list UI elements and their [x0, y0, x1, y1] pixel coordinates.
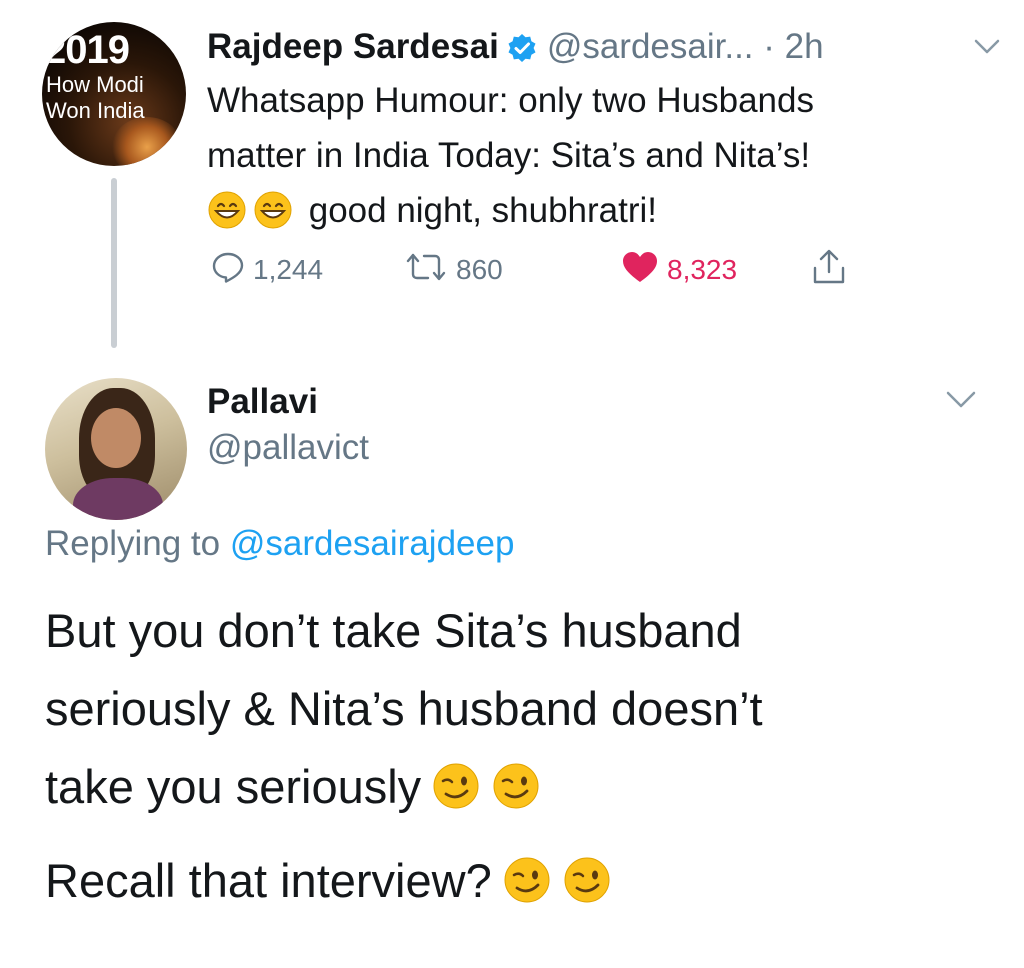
reply-author-name[interactable]: Pallavi — [207, 380, 318, 424]
author-handle[interactable]: @sardesair... — [547, 27, 754, 66]
reply-text-line: seriously & Nita’s husband doesn’t — [45, 682, 763, 735]
like-button[interactable]: 8,323 — [621, 248, 737, 292]
retweet-button[interactable]: 860 — [404, 248, 503, 292]
heart-icon — [621, 250, 667, 291]
tweet-timestamp[interactable]: · 2h — [763, 27, 823, 66]
grinning-face-emoji-icon — [207, 190, 247, 246]
tweet-text-line: matter in India Today: Sita’s and Nita’s… — [207, 136, 811, 175]
grinning-face-emoji-icon — [253, 190, 293, 246]
reply-author-avatar[interactable] — [45, 378, 187, 520]
replying-to-label: Replying to — [45, 524, 221, 563]
replying-to-handle-link[interactable]: @sardesairajdeep — [230, 524, 515, 563]
replying-to-line: Replying to @sardesairajdeep — [45, 520, 514, 568]
reply-text-line-emoji: take you seriously — [45, 748, 1005, 826]
reply-author-handle[interactable]: @pallavict — [207, 424, 369, 472]
winking-face-emoji-icon — [431, 756, 481, 834]
verified-badge-icon — [507, 30, 537, 74]
tweet-text-line: Whatsapp Humour: only two Husbands — [207, 81, 814, 120]
original-tweet: 2019 How Modi Won India Rajdeep Sardesai… — [0, 0, 1024, 360]
thread-connector-line — [111, 178, 117, 348]
tweet-header: Rajdeep Sardesai @sardesair... · 2h — [207, 25, 824, 69]
reply-icon — [211, 250, 253, 291]
author-avatar[interactable]: 2019 How Modi Won India — [42, 22, 186, 166]
reply-text-line-emoji: Recall that interview? — [45, 842, 1005, 920]
avatar-year-text: 2019 — [44, 28, 130, 72]
avatar-caption-line2: Won India — [46, 98, 145, 123]
tweet-text-line-emoji: good night, shubhratri! — [207, 183, 987, 238]
retweet-icon — [404, 250, 456, 291]
reply-text-line: Recall that interview? — [45, 854, 492, 907]
winking-face-emoji-icon — [562, 850, 612, 928]
reply-button[interactable]: 1,244 — [211, 248, 323, 292]
share-icon — [811, 248, 855, 293]
reply-count: 1,244 — [253, 254, 324, 285]
avatar-caption-line1: How Modi — [46, 72, 144, 97]
avatar-photo-face — [91, 408, 141, 468]
author-name[interactable]: Rajdeep Sardesai — [207, 27, 499, 66]
tweet-text: Whatsapp Humour: only two Husbands matte… — [207, 73, 987, 238]
reply-text-line: But you don’t take Sita’s husband — [45, 604, 742, 657]
reply-text-line: take you seriously — [45, 760, 422, 813]
avatar-photo-highlight — [112, 117, 182, 166]
share-button[interactable] — [811, 248, 855, 292]
like-count: 8,323 — [667, 254, 738, 285]
winking-face-emoji-icon — [491, 756, 541, 834]
tweet-text-line: good night, shubhratri! — [308, 191, 658, 230]
avatar-photo-shirt — [73, 478, 163, 520]
retweet-count: 860 — [456, 254, 503, 285]
chevron-down-icon[interactable] — [973, 38, 1001, 61]
winking-face-emoji-icon — [502, 850, 552, 928]
chevron-down-icon[interactable] — [945, 390, 977, 415]
reply-tweet-text: But you don’t take Sita’s husband seriou… — [45, 592, 1005, 920]
